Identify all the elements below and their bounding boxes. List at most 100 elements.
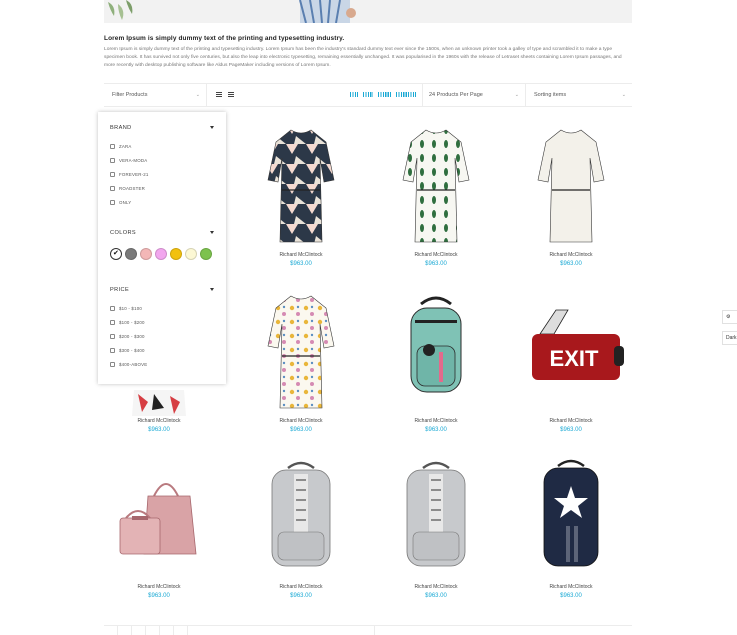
product-name[interactable]: Richard McClintock	[246, 584, 356, 590]
columns-6-icon[interactable]	[396, 92, 416, 97]
price-option-label: $300 - $400	[119, 348, 145, 353]
brand-option[interactable]: ROADSTER	[110, 186, 145, 191]
gear-icon: ⚙	[726, 314, 731, 320]
price-option[interactable]: $10 - $100	[110, 306, 142, 311]
brand-option-label: FOREVER-21	[119, 172, 149, 177]
color-swatch[interactable]	[170, 248, 182, 260]
color-swatch[interactable]	[125, 248, 137, 260]
color-swatch[interactable]	[200, 248, 212, 260]
checkbox[interactable]	[110, 306, 115, 311]
settings-tab[interactable]: ⚙	[722, 310, 737, 324]
brand-option-label: ROADSTER	[119, 186, 145, 191]
color-swatch[interactable]: ✔	[110, 248, 122, 260]
brand-filter-header[interactable]: BRAND	[110, 125, 214, 131]
checkbox[interactable]	[110, 348, 115, 353]
brand-option[interactable]: VERA-MODA	[110, 158, 147, 163]
product-image[interactable]	[246, 456, 356, 582]
product-card[interactable]: Richard McClintock $963.00	[381, 124, 491, 267]
product-price: $963.00	[425, 427, 447, 433]
brand-option[interactable]: FOREVER-21	[110, 172, 149, 177]
product-name[interactable]: Richard McClintock	[516, 418, 626, 424]
product-name[interactable]: Richard McClintock	[246, 418, 356, 424]
colors-filter-header[interactable]: COLORS	[110, 230, 214, 236]
product-image[interactable]	[104, 456, 214, 582]
product-image[interactable]	[246, 124, 356, 250]
product-name[interactable]: Richard McClintock	[516, 584, 626, 590]
product-price: $963.00	[425, 593, 447, 599]
price-option[interactable]: $100 - $200	[110, 320, 145, 325]
grid-view-icon[interactable]	[216, 92, 222, 97]
checkbox[interactable]	[110, 362, 115, 367]
checkbox[interactable]	[110, 172, 115, 177]
price-filter-header[interactable]: PRICE	[110, 287, 214, 293]
columns-2-icon[interactable]	[350, 92, 358, 97]
product-image[interactable]	[516, 124, 626, 250]
product-card[interactable]: Richard McClintock $963.00	[516, 124, 626, 267]
product-image[interactable]	[381, 124, 491, 250]
filter-products-toggle[interactable]: Filter Products ⌄	[104, 84, 207, 106]
color-swatch[interactable]	[185, 248, 197, 260]
color-swatch[interactable]	[155, 248, 167, 260]
product-card[interactable]: Richard McClintock $963.00	[104, 456, 214, 599]
product-card[interactable]: Richard McClintock $963.00	[246, 456, 356, 599]
checkbox[interactable]	[110, 200, 115, 205]
view-switcher	[216, 92, 234, 97]
sort-value: Sorting items	[534, 92, 567, 98]
price-option[interactable]: $200 - $300	[110, 334, 145, 339]
product-name[interactable]: Richard McClintock	[246, 252, 356, 258]
product-image[interactable]	[381, 456, 491, 582]
checkbox[interactable]	[110, 144, 115, 149]
pagination	[104, 625, 632, 635]
color-swatch[interactable]	[140, 248, 152, 260]
product-price: $963.00	[148, 427, 170, 433]
product-image[interactable]: EXIT	[516, 290, 626, 416]
columns-3-icon[interactable]	[363, 92, 373, 97]
pager-info	[374, 626, 632, 635]
page-button[interactable]	[104, 626, 118, 635]
chevron-down-icon: ⌄	[195, 92, 200, 98]
product-image[interactable]	[516, 456, 626, 582]
product-card[interactable]: Richard McClintock $963.00	[516, 456, 626, 599]
product-card[interactable]: Richard McClintock $963.00	[381, 290, 491, 433]
checkbox[interactable]	[110, 186, 115, 191]
price-option[interactable]: $300 - $400	[110, 348, 145, 353]
checkbox[interactable]	[110, 158, 115, 163]
price-option-label: $100 - $200	[119, 320, 145, 325]
product-price: $963.00	[560, 593, 582, 599]
product-image[interactable]	[381, 290, 491, 416]
product-name[interactable]: Richard McClintock	[381, 252, 491, 258]
product-name[interactable]: Richard McClintock	[381, 584, 491, 590]
list-view-icon[interactable]	[228, 92, 234, 97]
color-swatches: ✔	[110, 248, 212, 260]
product-name[interactable]: Richard McClintock	[104, 584, 214, 590]
sort-select[interactable]: Sorting items ⌄	[526, 84, 632, 106]
page-button[interactable]	[160, 626, 174, 635]
product-name[interactable]: Richard McClintock	[381, 418, 491, 424]
product-card[interactable]: Richard McClintock $963.00	[246, 124, 356, 267]
check-icon: ✔	[113, 250, 119, 257]
brand-option[interactable]: ONLY	[110, 200, 131, 205]
brand-option-label: ZARA	[119, 144, 132, 149]
product-image[interactable]	[246, 290, 356, 416]
brand-option[interactable]: ZARA	[110, 144, 132, 149]
product-card[interactable]: EXIT Richard McClintock $963.00	[516, 290, 626, 433]
checkbox[interactable]	[110, 320, 115, 325]
checkbox[interactable]	[110, 334, 115, 339]
price-option[interactable]: $400-ABOVE	[110, 362, 147, 367]
dark-mode-label: Dark	[726, 335, 737, 341]
product-price: $963.00	[290, 427, 312, 433]
per-page-select[interactable]: 24 Products Per Page ⌄	[422, 84, 526, 106]
svg-text:EXIT: EXIT	[550, 346, 599, 371]
dark-mode-tab[interactable]: Dark	[722, 331, 737, 345]
product-name[interactable]: Richard McClintock	[104, 418, 214, 424]
product-name[interactable]: Richard McClintock	[516, 252, 626, 258]
page-button[interactable]	[132, 626, 146, 635]
page-button[interactable]	[174, 626, 188, 635]
columns-4-icon[interactable]	[378, 92, 391, 97]
page-button[interactable]	[118, 626, 132, 635]
page-button[interactable]	[146, 626, 160, 635]
price-option-label: $400-ABOVE	[119, 362, 148, 367]
filter-products-label: Filter Products	[112, 92, 148, 98]
product-card[interactable]: Richard McClintock $963.00	[246, 290, 356, 433]
product-card[interactable]: Richard McClintock $963.00	[381, 456, 491, 599]
